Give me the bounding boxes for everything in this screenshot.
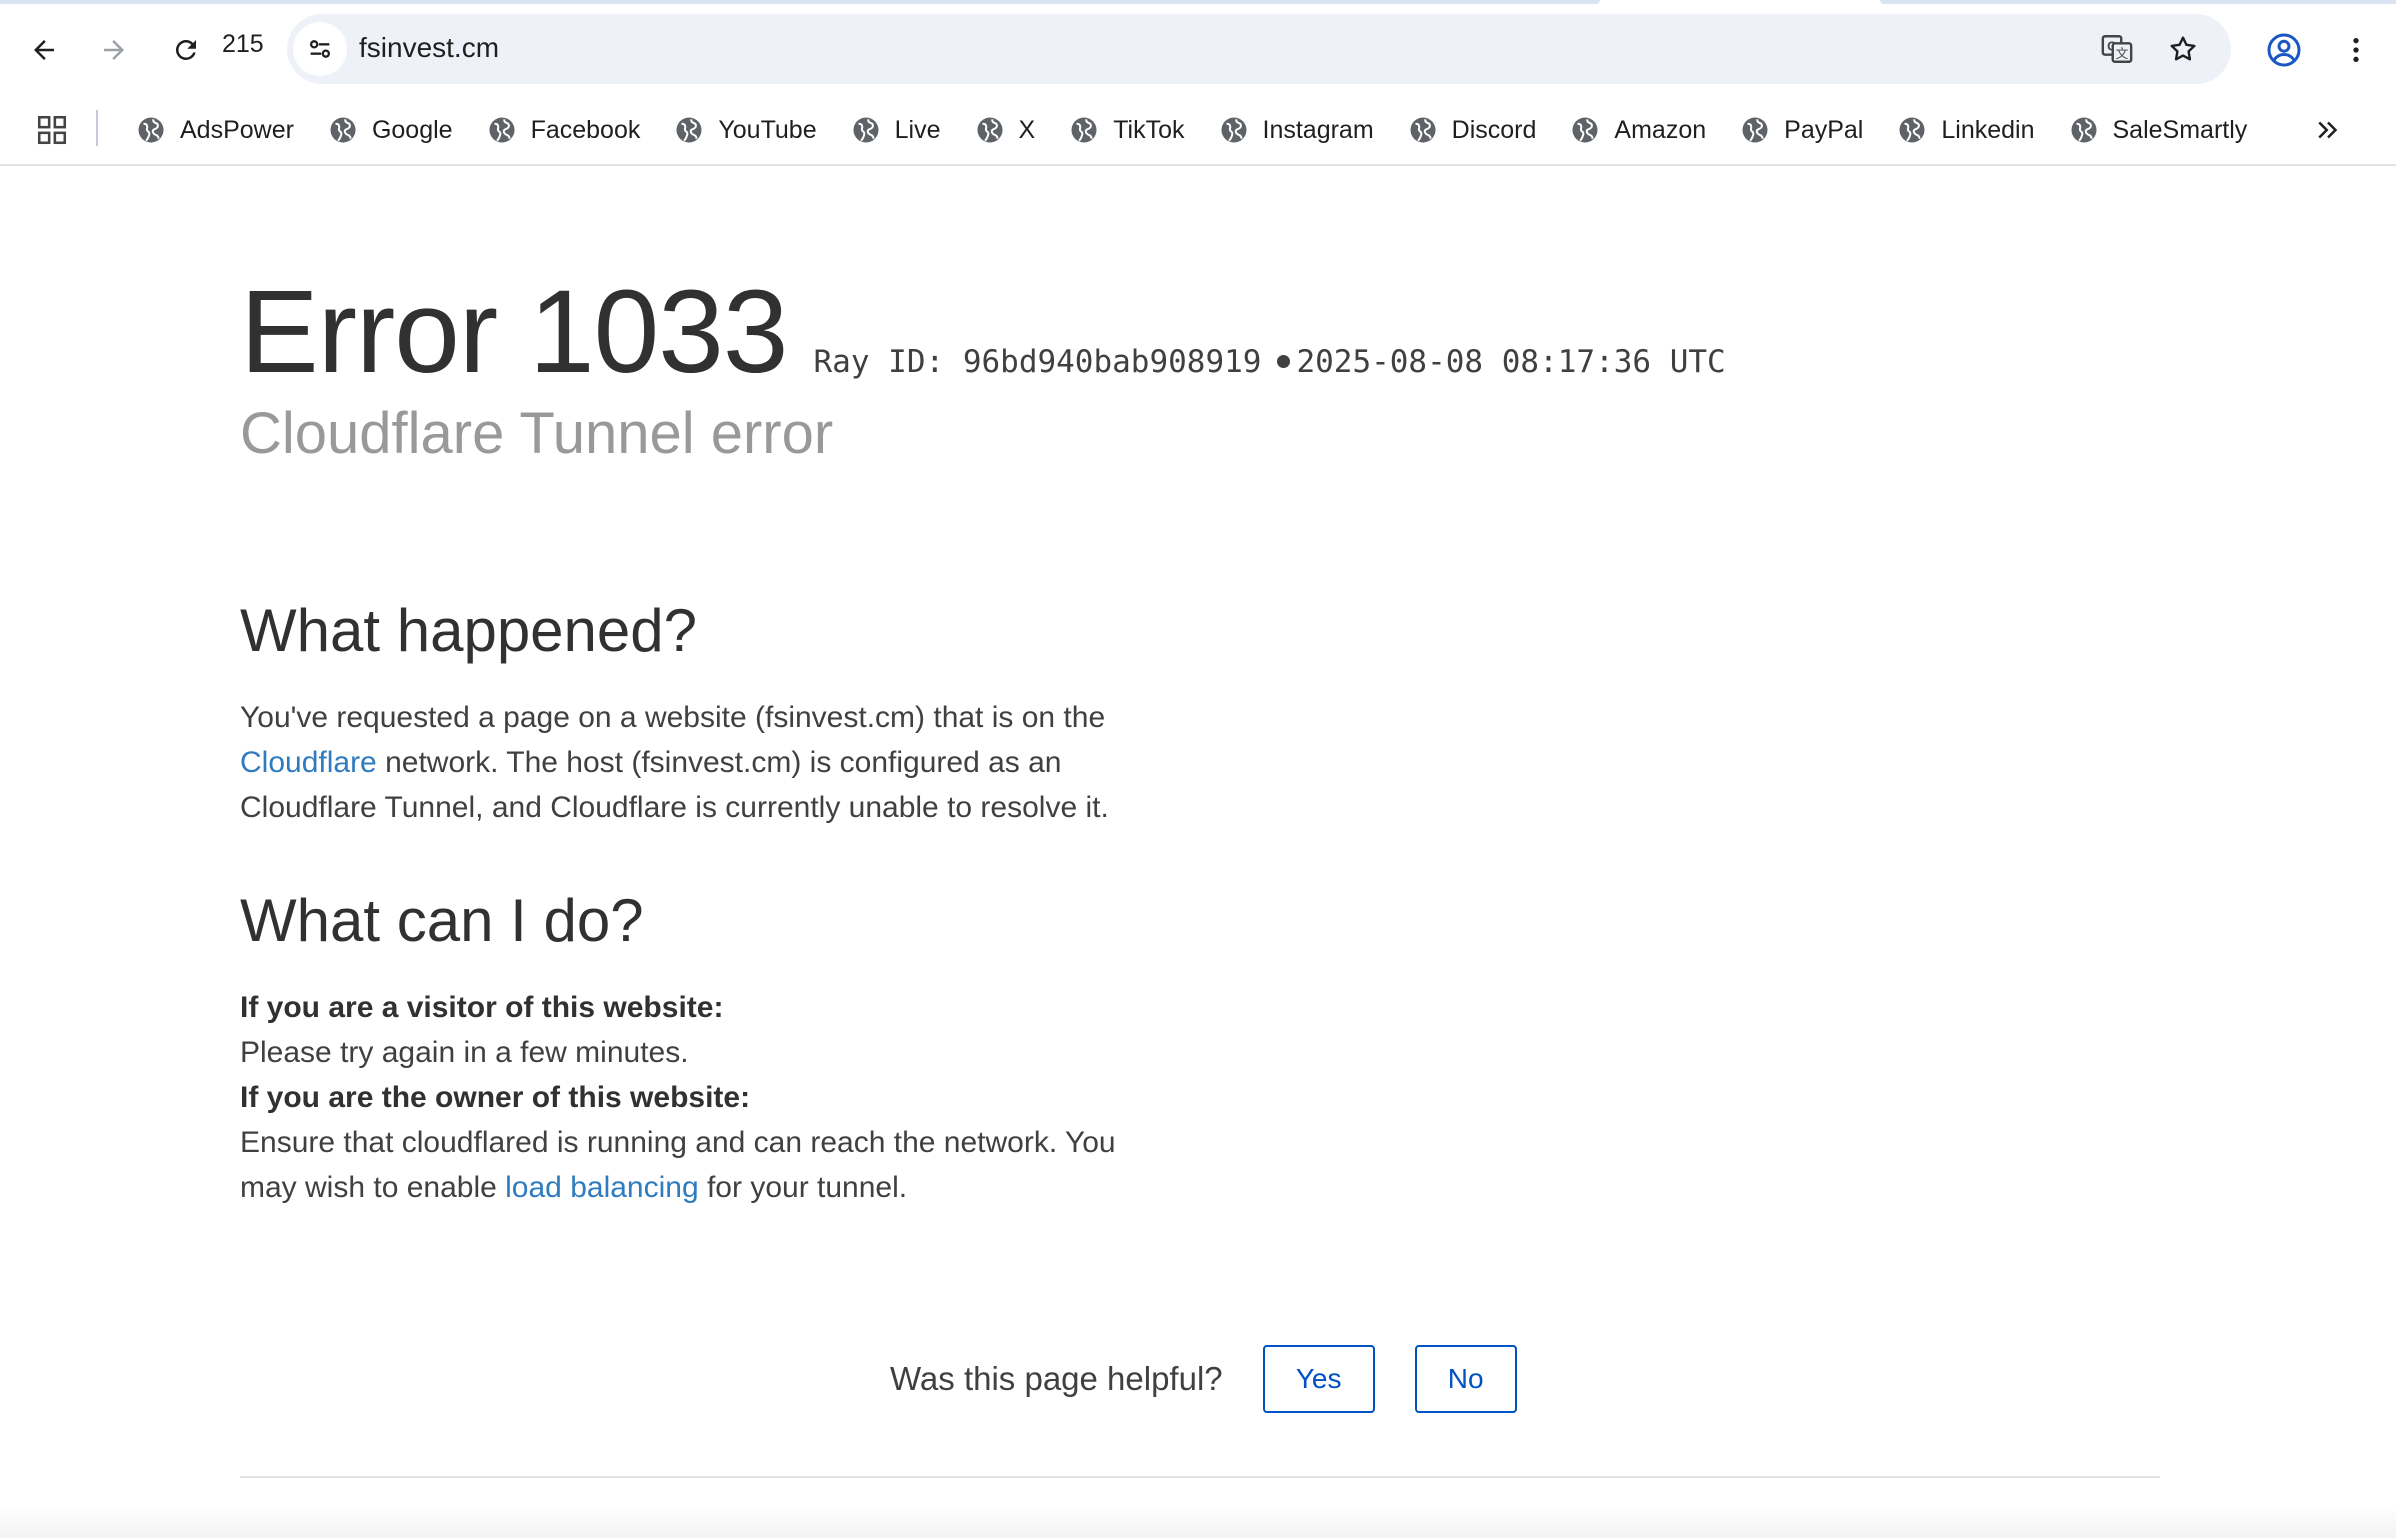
globe-icon	[853, 117, 879, 143]
reload-icon	[175, 39, 196, 60]
bookmark-label: Linkedin	[1941, 115, 2035, 144]
globe-icon	[1899, 117, 1925, 143]
what-can-i-do-section: What can I do? If you are a visitor of t…	[240, 886, 1160, 1210]
forward-arrow-icon	[104, 40, 124, 60]
cloudflare-link[interactable]: Cloudflare	[240, 746, 377, 779]
bookmark-label: YouTube	[718, 115, 817, 144]
error-header: Error 1033 Ray ID: 96bd940bab908919 2025-…	[240, 264, 1726, 400]
bookmark-item[interactable]: TikTok	[1059, 106, 1194, 154]
feedback-no-button[interactable]: No	[1414, 1345, 1517, 1413]
bullet-dot	[1277, 355, 1291, 368]
bookmark-item[interactable]: SaleSmartly	[2059, 106, 2258, 154]
globe-icon	[1572, 117, 1598, 143]
ray-info: Ray ID: 96bd940bab908919 2025-08-08 08:17…	[814, 344, 1726, 380]
timestamp: 2025-08-08 08:17:36 UTC	[1296, 344, 1726, 380]
tune-icon	[309, 40, 331, 58]
back-arrow-icon	[34, 40, 54, 60]
globe-icon	[138, 117, 164, 143]
bookmark-item[interactable]: Linkedin	[1887, 106, 2044, 154]
tab-strip-right	[1880, 0, 2396, 4]
svg-text:文: 文	[2116, 47, 2129, 62]
footer-divider	[240, 1476, 2160, 1478]
address-bar[interactable]: fsinvest.cm G 文	[287, 14, 2231, 84]
globe-icon	[2071, 117, 2096, 143]
bookmark-item[interactable]: Discord	[1398, 106, 1547, 154]
bookmark-list: AdsPower Google Facebook YouTube Live X TikTok…	[126, 106, 2271, 154]
globe-icon	[676, 117, 702, 143]
bookmark-item[interactable]: AdsPower	[126, 106, 304, 154]
feedback-yes-button[interactable]: Yes	[1262, 1345, 1375, 1413]
globe-icon	[330, 117, 356, 143]
globe-icon	[1410, 117, 1436, 143]
what-happened-heading: What happened?	[240, 597, 698, 664]
globe-icon	[977, 117, 1002, 143]
url-text[interactable]: fsinvest.cm	[359, 32, 499, 64]
bookmark-label: Instagram	[1262, 115, 1374, 144]
bookmark-item[interactable]: X	[965, 106, 1046, 154]
globe-icon	[1742, 117, 1768, 143]
owner-label: If you are the owner of this website:	[240, 1081, 751, 1114]
owner-text-2: for your tunnel.	[698, 1171, 908, 1204]
bookmark-label: TikTok	[1113, 115, 1185, 144]
tab-strip-left	[0, 0, 1600, 4]
tab-count[interactable]: 215	[222, 30, 264, 59]
site-info-button[interactable]	[293, 22, 347, 76]
globe-icon	[1221, 117, 1246, 143]
globe-icon	[1071, 117, 1097, 143]
forward-button[interactable]	[88, 24, 140, 76]
what-happened-text: You've requested a page on a website (fs…	[240, 695, 1160, 830]
bookmark-label: Amazon	[1614, 115, 1707, 144]
bookmark-label: Google	[371, 115, 453, 144]
what-happened-section: What happened? You've requested a page o…	[240, 596, 1160, 830]
ray-id: Ray ID: 96bd940bab908919	[813, 344, 1262, 380]
bookmark-label: SaleSmartly	[2112, 115, 2248, 144]
profile-icon[interactable]	[2258, 24, 2310, 76]
visitor-text: Please try again in a few minutes.	[240, 1036, 689, 1069]
bookmark-label: X	[1018, 115, 1036, 144]
bookmarks-bar: AdsPower Google Facebook YouTube Live X TikTok…	[0, 98, 2396, 166]
bookmark-item[interactable]: Live	[841, 106, 951, 154]
bookmark-item[interactable]: Google	[318, 106, 463, 154]
back-button[interactable]	[18, 24, 70, 76]
error-subtitle: Cloudflare Tunnel error	[240, 401, 834, 466]
feedback-question: Was this page helpful?	[890, 1360, 1223, 1397]
bookmark-item[interactable]: Instagram	[1209, 106, 1384, 154]
error-code: Error 1033	[240, 266, 789, 398]
bookmark-item[interactable]: Amazon	[1560, 106, 1716, 154]
translate-icon[interactable]: G 文	[2097, 29, 2137, 69]
globe-icon	[489, 117, 515, 143]
bookmark-label: AdsPower	[180, 115, 294, 144]
visitor-block: If you are a visitor of this website: Pl…	[240, 985, 1160, 1210]
what-can-i-do-heading: What can I do?	[240, 887, 644, 954]
bookmark-item[interactable]: YouTube	[664, 106, 826, 154]
bookmark-item[interactable]: PayPal	[1730, 106, 1873, 154]
bookmark-label: Discord	[1451, 115, 1537, 144]
reload-button[interactable]	[160, 24, 212, 76]
bookmark-star-icon[interactable]	[2163, 29, 2203, 69]
browser-toolbar: 215 fsinvest.cm G 文	[0, 0, 2396, 98]
tab-strip	[0, 0, 2396, 4]
more-bookmarks-chevron-icon[interactable]	[2306, 108, 2350, 152]
visitor-label: If you are a visitor of this website:	[240, 991, 724, 1024]
error-page: Error 1033 Ray ID: 96bd940bab908919 2025-…	[0, 166, 2396, 1538]
bookmark-label: PayPal	[1784, 115, 1864, 144]
bookmark-item[interactable]: Facebook	[477, 106, 651, 154]
apps-grid-icon[interactable]	[30, 108, 74, 152]
menu-kebab-icon[interactable]	[2330, 24, 2382, 76]
feedback-row: Was this page helpful? Yes No	[890, 1344, 1557, 1414]
bookmark-label: Live	[894, 115, 941, 144]
bookmark-label: Facebook	[530, 115, 641, 144]
bookmarks-separator	[96, 110, 98, 146]
load-balancing-link[interactable]: load balancing	[505, 1171, 699, 1204]
footer-area	[0, 1506, 2396, 1538]
what-happened-text-1: You've requested a page on a website (fs…	[240, 701, 1106, 734]
